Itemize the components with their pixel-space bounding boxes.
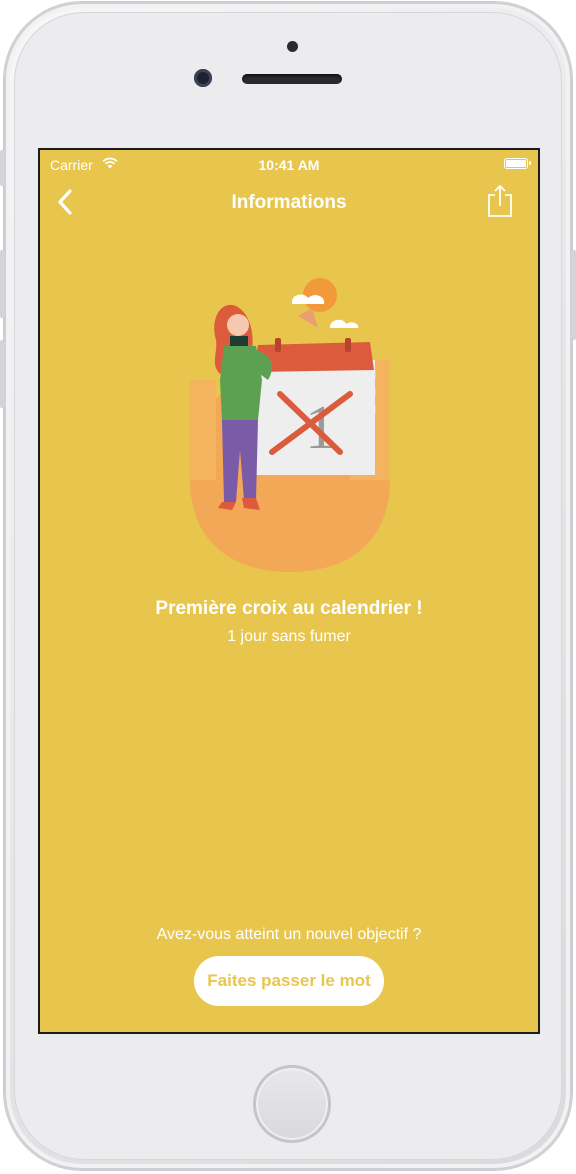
share-word-button[interactable]: Faites passer le mot — [194, 956, 384, 1006]
status-bar: Carrier 10:41 AM — [40, 150, 538, 178]
achievement-illustration: 1 — [190, 278, 390, 572]
achievement-subtitle: 1 jour sans fumer — [227, 628, 351, 645]
volume-down-button[interactable] — [0, 340, 5, 408]
app-view: Carrier 10:41 AM Informations 1 Première… — [40, 150, 538, 1032]
screen: Carrier 10:41 AM Informations 1 Première… — [38, 148, 540, 1034]
battery-icon — [504, 158, 531, 169]
cloud-icon — [330, 319, 359, 328]
home-button[interactable] — [253, 1065, 331, 1143]
share-icon[interactable] — [486, 184, 514, 218]
goal-question: Avez-vous atteint un nouvel objectif ? — [156, 926, 422, 943]
page-title: Informations — [231, 192, 347, 213]
earpiece-speaker — [242, 74, 342, 84]
front-camera-icon — [194, 69, 212, 87]
navigation-bar: Informations — [40, 180, 538, 224]
mute-switch[interactable] — [0, 150, 5, 186]
front-sensor — [287, 41, 298, 52]
power-button[interactable] — [571, 250, 576, 340]
sun-icon — [303, 278, 337, 312]
volume-up-button[interactable] — [0, 250, 5, 318]
status-time: 10:41 AM — [258, 157, 320, 173]
achievement-title: Première croix au calendrier ! — [155, 598, 423, 619]
